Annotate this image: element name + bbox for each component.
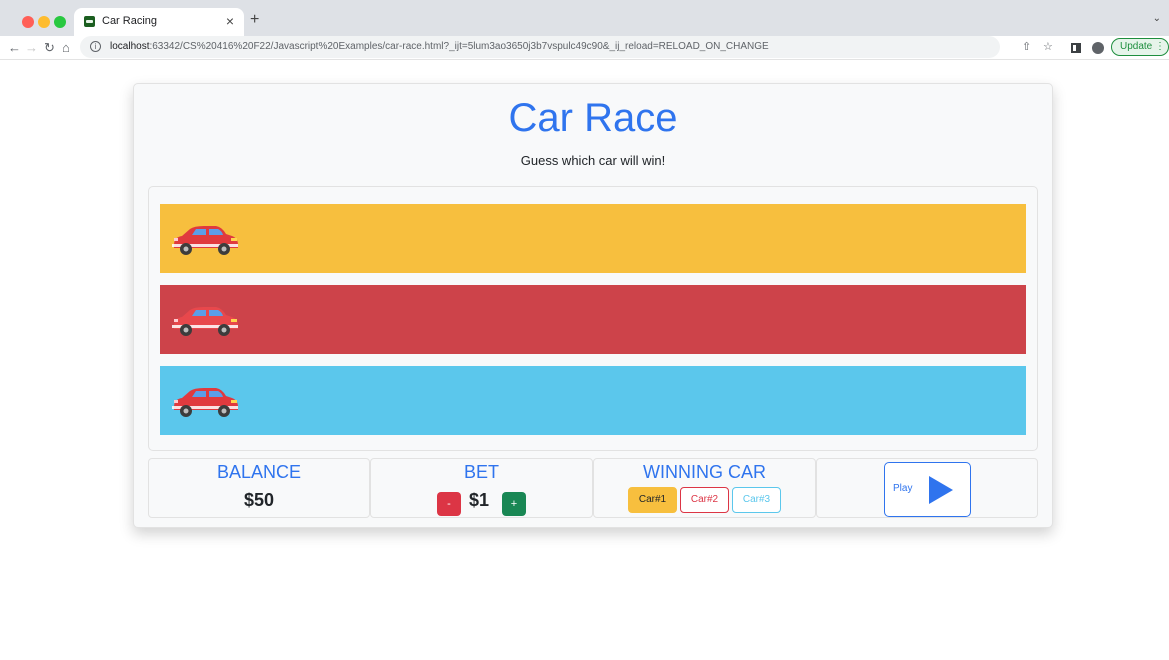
favicon-icon — [84, 16, 95, 27]
share-icon[interactable]: ⇧ — [1022, 40, 1031, 54]
car-1-button[interactable]: Car#1 — [628, 487, 677, 513]
profile-avatar-icon[interactable] — [1092, 42, 1104, 54]
balance-panel: BALANCE $50 — [148, 458, 370, 518]
address-bar[interactable]: i localhost:63342/CS%20416%20F22/Javascr… — [80, 36, 1000, 58]
car-3-button[interactable]: Car#3 — [732, 487, 781, 513]
play-triangle-icon — [929, 476, 953, 504]
bet-controls: - $1 + — [371, 489, 592, 519]
bet-label: BET — [463, 462, 499, 482]
close-window-button[interactable] — [22, 16, 34, 28]
decrease-bet-button[interactable]: - — [437, 492, 461, 516]
red-car-icon — [172, 388, 238, 417]
bookmark-star-icon[interactable]: ☆ — [1043, 40, 1053, 54]
url-text: localhost:63342/CS%20416%20F22/Javascrip… — [110, 41, 769, 52]
winning-car-label: WINNING CAR — [643, 462, 766, 482]
bet-value: $1 — [469, 490, 490, 510]
page-title: Car Race — [508, 96, 678, 140]
home-icon[interactable]: ⌂ — [62, 38, 70, 58]
maximize-window-button[interactable] — [54, 16, 66, 28]
game-card: Car Race Guess which car will win! BALAN… — [133, 83, 1053, 528]
update-label: Update — [1120, 41, 1153, 52]
url-path: :63342/CS%20416%20F22/Javascript%20Examp… — [149, 41, 769, 52]
controls-row: BALANCE $50 BET - $1 + WINNING CAR Car#1… — [148, 458, 1038, 518]
increase-bet-button[interactable]: + — [502, 492, 526, 516]
play-panel: Play — [816, 458, 1038, 518]
balance-value: $50 — [243, 490, 275, 510]
bet-panel: BET - $1 + — [370, 458, 593, 518]
tab-close-icon[interactable]: × — [226, 13, 234, 29]
lane-1 — [160, 204, 1026, 273]
lane-3 — [160, 366, 1026, 435]
winning-car-panel: WINNING CAR Car#1 Car#2 Car#3 — [593, 458, 816, 518]
url-host: localhost — [110, 41, 150, 52]
side-panel-icon[interactable] — [1071, 43, 1081, 53]
car-2-button[interactable]: Car#2 — [680, 487, 729, 513]
race-track — [148, 186, 1038, 451]
site-info-icon[interactable]: i — [90, 41, 101, 52]
balance-label: BALANCE — [216, 462, 302, 482]
play-button[interactable]: Play — [884, 462, 971, 517]
tab-title: Car Racing — [102, 15, 158, 27]
browser-tab-bar: Car Racing × + ⌄ — [0, 0, 1169, 36]
browser-tab-car-racing[interactable]: Car Racing × — [74, 8, 244, 36]
red-car-icon — [172, 226, 238, 255]
new-tab-button[interactable]: + — [250, 12, 259, 28]
page-subtitle: Guess which car will win! — [520, 153, 666, 168]
tab-search-chevron-icon[interactable]: ⌄ — [1153, 13, 1161, 24]
minimize-window-button[interactable] — [38, 16, 50, 28]
play-label: Play — [893, 483, 913, 494]
forward-arrow-icon[interactable]: → — [25, 38, 38, 58]
lane-2 — [160, 285, 1026, 354]
reload-icon[interactable]: ↻ — [44, 38, 55, 58]
update-button[interactable]: Update ⋮ — [1111, 38, 1169, 56]
red-car-icon — [172, 307, 238, 336]
back-arrow-icon[interactable]: ← — [8, 38, 21, 58]
browser-toolbar: ← → ↻ ⌂ i localhost:63342/CS%20416%20F22… — [0, 36, 1169, 60]
